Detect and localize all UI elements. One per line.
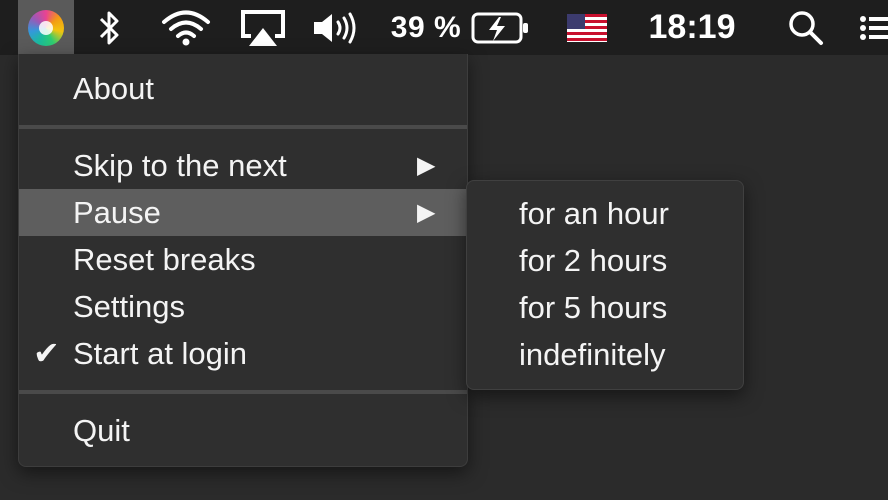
clock[interactable]: 18:19 <box>646 0 738 55</box>
menu-item-label: Skip to the next <box>73 148 287 183</box>
pause-submenu: for an hour for 2 hours for 5 hours inde… <box>466 180 744 390</box>
submenu-item-label: for 5 hours <box>519 290 668 325</box>
menu-item-start-at-login[interactable]: ✔ Start at login <box>19 330 467 377</box>
airplay-icon[interactable] <box>238 0 288 55</box>
submenu-item-label: indefinitely <box>519 337 666 372</box>
menu-item-label: Quit <box>73 413 130 448</box>
submenu-arrow-icon: ▶ <box>417 199 436 226</box>
menu-item-settings[interactable]: Settings <box>19 283 467 330</box>
menu-item-reset-breaks[interactable]: Reset breaks <box>19 236 467 283</box>
menu-separator <box>19 390 467 394</box>
battery-percent[interactable]: 39 % <box>390 0 462 55</box>
submenu-item-for-5-hours[interactable]: for 5 hours <box>467 284 743 331</box>
app-menu-extra[interactable] <box>18 0 74 55</box>
menu-bar: 39 % 18:19 <box>0 0 888 55</box>
app-logo-icon <box>28 9 64 46</box>
submenu-item-label: for 2 hours <box>519 243 668 278</box>
us-flag-icon[interactable] <box>565 0 609 55</box>
menu-item-label: About <box>73 71 155 106</box>
menu-item-about[interactable]: About <box>19 65 467 112</box>
bluetooth-icon[interactable] <box>92 0 128 55</box>
app-dropdown-menu: About Skip to the next ▶ Pause ▶ Reset b… <box>18 54 468 467</box>
menu-item-label: Pause <box>73 195 161 230</box>
submenu-item-label: for an hour <box>519 196 669 231</box>
menu-item-skip-to-next[interactable]: Skip to the next ▶ <box>19 142 467 189</box>
menu-separator <box>19 125 467 129</box>
menu-item-label: Reset breaks <box>73 242 256 277</box>
menu-item-quit[interactable]: Quit <box>19 407 467 454</box>
list-icon[interactable] <box>858 0 888 55</box>
search-icon[interactable] <box>786 0 826 55</box>
submenu-arrow-icon: ▶ <box>417 152 436 179</box>
menu-item-label: Start at login <box>73 336 248 371</box>
submenu-item-for-an-hour[interactable]: for an hour <box>467 190 743 237</box>
submenu-item-for-2-hours[interactable]: for 2 hours <box>467 237 743 284</box>
submenu-item-indefinitely[interactable]: indefinitely <box>467 331 743 378</box>
volume-icon[interactable] <box>312 0 358 55</box>
wifi-icon[interactable] <box>158 0 214 55</box>
menu-item-pause[interactable]: Pause ▶ <box>19 189 467 236</box>
battery-charging-icon[interactable] <box>470 0 532 55</box>
checkmark-icon: ✔ <box>33 335 60 371</box>
menu-item-label: Settings <box>73 289 186 324</box>
